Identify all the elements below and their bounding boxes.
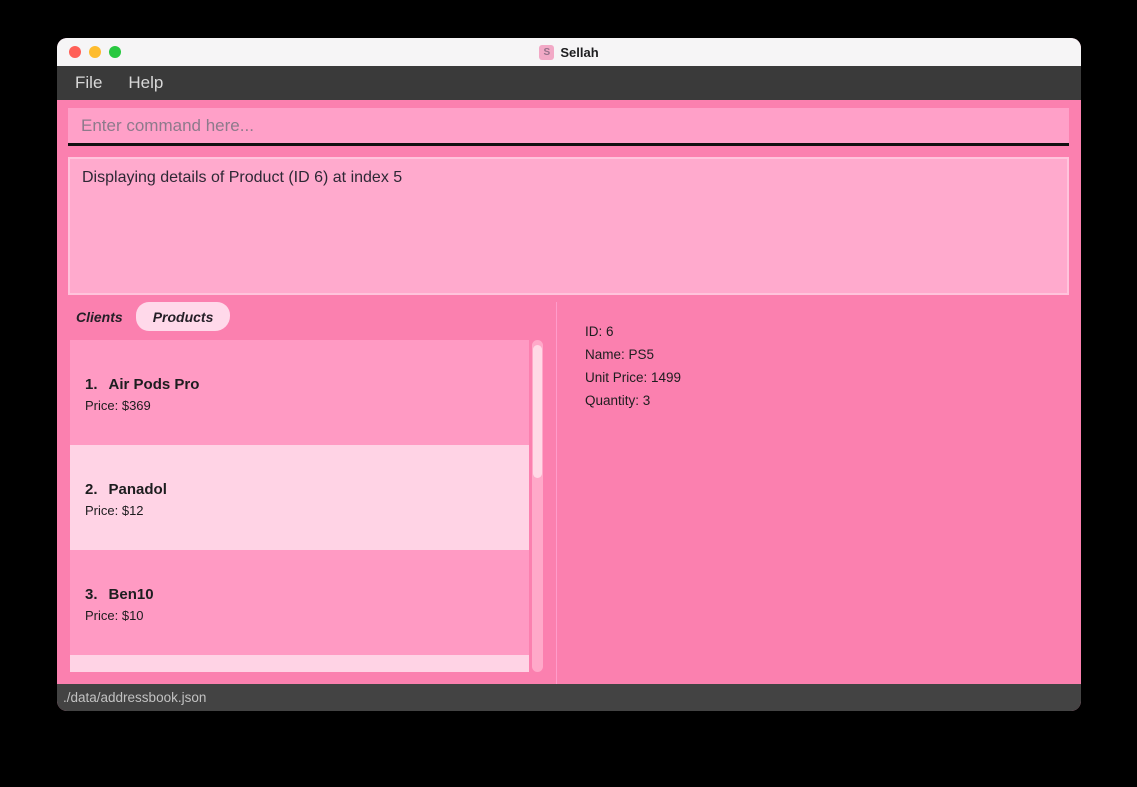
detail-unit-price: Unit Price: 1499 [585, 370, 682, 385]
item-name: Air Pods Pro [108, 376, 200, 393]
list-item-partial[interactable] [70, 655, 529, 672]
detail-panel: ID: 6 Name: PS5 Unit Price: 1499 Quantit… [556, 302, 1081, 684]
item-index: 1. [85, 376, 98, 393]
menu-help[interactable]: Help [128, 73, 163, 93]
tab-products[interactable]: Products [135, 302, 231, 331]
tab-bar: Clients Products [68, 302, 556, 331]
status-file-path: ./data/addressbook.json [63, 690, 207, 705]
status-bar: ./data/addressbook.json [57, 684, 1081, 711]
menu-bar: File Help [57, 66, 1081, 100]
item-index: 3. [85, 586, 98, 603]
item-name: Ben10 [108, 586, 154, 603]
item-index: 2. [85, 481, 98, 498]
item-price: Price: $12 [85, 503, 144, 518]
product-list: 1. Air Pods Pro Price: $369 2. Panadol Pri… [70, 340, 543, 672]
command-input[interactable] [68, 108, 1069, 146]
window-title-group: S Sellah [57, 38, 1081, 66]
item-price: Price: $10 [85, 608, 144, 623]
app-window: S Sellah File Help Displaying details of… [57, 38, 1081, 711]
list-item[interactable]: 2. Panadol Price: $12 [70, 445, 529, 550]
menu-file[interactable]: File [75, 73, 102, 93]
app-icon: S [539, 44, 555, 60]
product-list-items: 1. Air Pods Pro Price: $369 2. Panadol Pri… [70, 340, 529, 672]
window-title: Sellah [560, 44, 599, 60]
item-name: Panadol [108, 481, 167, 498]
item-price: Price: $369 [85, 398, 151, 413]
title-bar: S Sellah [57, 38, 1081, 66]
list-column: Clients Products 1. Air Pods Pro Price: $… [57, 302, 556, 684]
list-item[interactable]: 1. Air Pods Pro Price: $369 [70, 340, 529, 445]
list-item[interactable]: 3. Ben10 Price: $10 [70, 550, 529, 655]
tab-clients[interactable]: Clients [68, 309, 131, 325]
list-scrollbar[interactable] [532, 340, 543, 672]
detail-name: Name: PS5 [585, 347, 655, 362]
scrollbar-thumb[interactable] [533, 345, 542, 478]
result-display: Displaying details of Product (ID 6) at … [68, 157, 1069, 295]
result-text: Displaying details of Product (ID 6) at … [82, 169, 403, 186]
detail-id: ID: 6 [585, 324, 614, 339]
bottom-area: Clients Products 1. Air Pods Pro Price: $… [57, 302, 1081, 684]
detail-quantity: Quantity: 3 [585, 393, 651, 408]
main-content: Displaying details of Product (ID 6) at … [57, 100, 1081, 684]
item-title: 1. Air Pods Pro [85, 376, 529, 393]
item-title: 2. Panadol [85, 481, 529, 498]
item-title: 3. Ben10 [85, 586, 529, 603]
